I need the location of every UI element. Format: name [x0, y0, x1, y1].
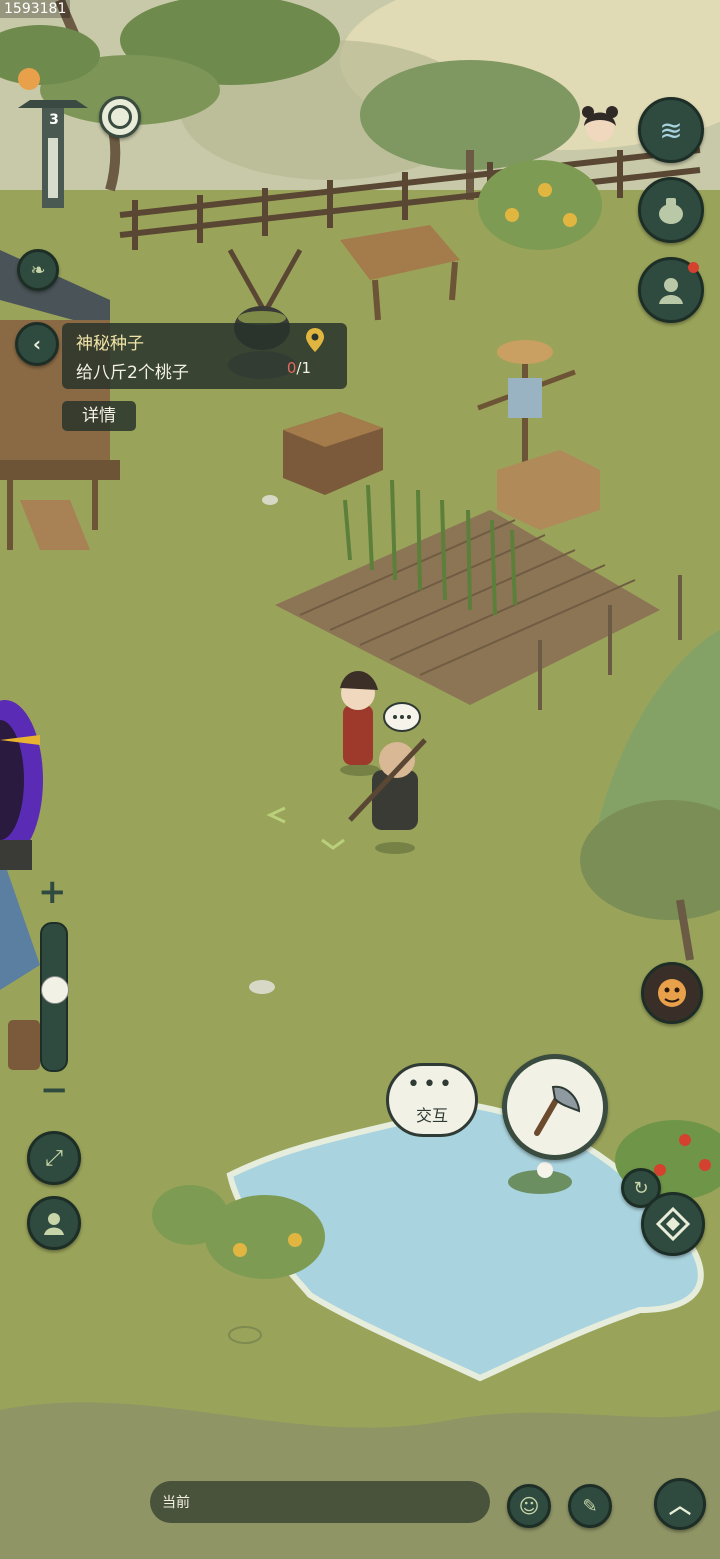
quest-details-button[interactable]: 详情	[62, 401, 136, 431]
avatar-view-button[interactable]	[27, 1196, 81, 1250]
speech-bubble	[383, 702, 421, 732]
ring-indicator-icon[interactable]	[99, 96, 141, 138]
zoom-out-button[interactable]: −	[40, 1070, 69, 1110]
expand-view-button[interactable]: ⤢	[27, 1131, 81, 1185]
person-icon	[44, 1213, 64, 1235]
quest-progress-total: /1	[296, 359, 311, 377]
smiley-icon: ☺	[518, 1494, 540, 1518]
leaf-button[interactable]: ❧	[17, 249, 59, 291]
location-pin-icon[interactable]	[305, 327, 325, 353]
chat-bar[interactable]: 当前	[150, 1481, 490, 1523]
expand-panel-button[interactable]: ︿	[654, 1478, 706, 1530]
zoom-slider[interactable]	[40, 922, 69, 1072]
quest-panel[interactable]: 神秘种子 给八斤2个桃子 0/1	[62, 323, 347, 389]
flower-bush	[478, 160, 602, 250]
notification-dot	[688, 262, 699, 273]
quest-progress-current: 0	[286, 359, 297, 377]
companion-avatar[interactable]	[578, 102, 622, 148]
interact-label: 交互	[415, 1106, 448, 1125]
companion-portrait-icon	[582, 106, 618, 142]
interact-button[interactable]: ••• 交互	[386, 1063, 478, 1137]
collapse-quest-button[interactable]: ‹	[15, 322, 59, 366]
dodge-skill-button[interactable]	[641, 1192, 705, 1256]
character-silhouette-icon	[659, 278, 683, 304]
wave-icon: ≋	[659, 113, 683, 147]
player-id-label: 1593181	[0, 0, 71, 18]
diamond-shuriken-icon	[656, 1207, 690, 1241]
chevron-up-icon: ︿	[668, 1494, 691, 1519]
level-tower[interactable]: 3	[18, 98, 88, 208]
chevron-left-icon: ‹	[32, 332, 42, 356]
chat-channel-label[interactable]: 当前	[162, 1492, 190, 1512]
sun-icon	[18, 68, 40, 90]
wind-skill-button[interactable]: ≋	[638, 97, 704, 163]
leaf-icon: ❧	[30, 259, 46, 281]
expand-arrows-icon: ⤢	[45, 1145, 63, 1171]
refresh-icon: ↻	[633, 1177, 649, 1199]
quest-title: 神秘种子	[76, 334, 144, 354]
chat-compose-button[interactable]: ✎	[568, 1484, 612, 1528]
bag-icon	[659, 198, 683, 224]
chop-action-button[interactable]	[502, 1054, 608, 1160]
quill-icon: ✎	[582, 1495, 598, 1517]
monster-face-icon	[658, 979, 686, 1007]
ellipsis-icon: •••	[407, 1072, 455, 1097]
emoji-button[interactable]: ☺	[507, 1484, 551, 1528]
zoom-in-button[interactable]: +	[38, 872, 67, 912]
game-world-scene[interactable]	[0, 0, 720, 1559]
zoom-slider-thumb[interactable]	[41, 975, 69, 1004]
rage-skill-button[interactable]	[641, 962, 703, 1024]
quest-progress: 0/1	[287, 359, 311, 377]
inventory-bag-button[interactable]	[638, 177, 704, 243]
level-badge: 3	[49, 112, 59, 128]
quest-description: 给八斤2个桃子	[76, 363, 189, 383]
character-menu-button[interactable]	[638, 257, 704, 323]
axe-icon	[534, 1085, 581, 1136]
